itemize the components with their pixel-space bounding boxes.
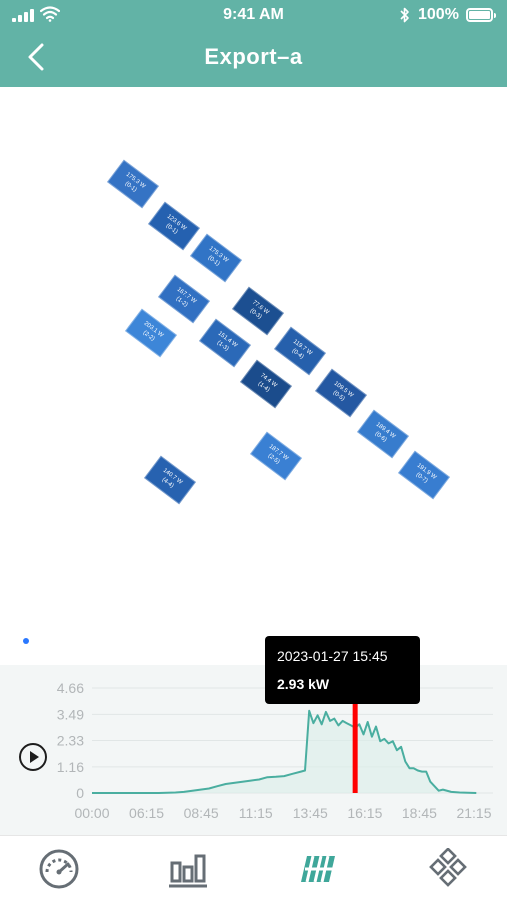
- panel[interactable]: 191.9 W (0-7): [398, 450, 450, 500]
- panel[interactable]: 151.4 W (1-3): [199, 318, 251, 368]
- y-tick-label: 1.16: [57, 759, 84, 775]
- x-tick-label: 06:15: [129, 805, 164, 821]
- panel[interactable]: 109.5 W (0-5): [315, 368, 367, 418]
- panel[interactable]: 189.4 W (0-6): [357, 409, 409, 459]
- panel[interactable]: 119.7 W (0-4): [274, 326, 326, 376]
- x-tick-label: 08:45: [184, 805, 219, 821]
- x-tick-label: 18:45: [402, 805, 437, 821]
- panel[interactable]: 74.4 W (1-4): [240, 359, 292, 409]
- panel[interactable]: 175.3 W (0-1): [190, 233, 242, 283]
- play-icon[interactable]: [19, 743, 47, 771]
- panel[interactable]: 140.7 W (4-4): [144, 455, 196, 505]
- panel[interactable]: 123.6 W (0-1): [148, 201, 200, 251]
- speedometer-icon[interactable]: [38, 848, 80, 890]
- y-tick-label: 4.66: [57, 680, 84, 696]
- panel[interactable]: 77.6 W (0-3): [232, 286, 284, 336]
- power-chart[interactable]: 4.66 3.49 2.33 1.16 0 00:00 06:15 08:45 11:15 13:…: [0, 665, 507, 835]
- series-area: [92, 710, 477, 793]
- y-tick-label: 3.49: [57, 706, 84, 722]
- header-bar: 9:41 AM 100% Export–a: [0, 0, 507, 87]
- x-tick-label: 13:45: [293, 805, 328, 821]
- bluetooth-icon: [400, 7, 409, 23]
- battery-percent: 100%: [418, 6, 459, 23]
- chart-tooltip: 2023-01-27 15:45 2.93 kW: [265, 636, 420, 704]
- battery-icon: [466, 8, 496, 22]
- panel[interactable]: 203.1 W (2-2): [125, 308, 177, 358]
- panel-layout-icon[interactable]: [297, 848, 339, 890]
- app-screen: 9:41 AM 100% Export–a 175.3 W (0-1) 123.6…: [0, 0, 507, 900]
- x-tick-label: 21:15: [456, 805, 491, 821]
- page-title: Export–a: [204, 44, 303, 69]
- panel-layout: 175.3 W (0-1) 123.6 W (0-1) 175.3 W (0-1) 1…: [0, 87, 507, 632]
- panel[interactable]: 187.7 W (2-5): [250, 431, 302, 481]
- x-tick-label: 16:15: [347, 805, 382, 821]
- y-tick-label: 2.33: [57, 733, 84, 749]
- tooltip-value: 2.93 kW: [277, 676, 330, 692]
- x-tick-label: 11:15: [239, 805, 273, 821]
- tooltip-time: 2023-01-27 15:45: [277, 648, 388, 664]
- y-tick-label: 0: [76, 785, 84, 801]
- panel[interactable]: 167.7 W (1-2): [158, 274, 210, 324]
- grid-diamond-icon[interactable]: [427, 848, 469, 890]
- panel[interactable]: 175.3 W (0-1): [107, 159, 159, 209]
- status-bar: 9:41 AM 100%: [0, 0, 507, 30]
- page-indicator-dot: [23, 638, 29, 644]
- bottom-nav: [0, 835, 507, 900]
- x-tick-label: 00:00: [74, 805, 109, 821]
- bar-chart-icon[interactable]: [167, 848, 209, 890]
